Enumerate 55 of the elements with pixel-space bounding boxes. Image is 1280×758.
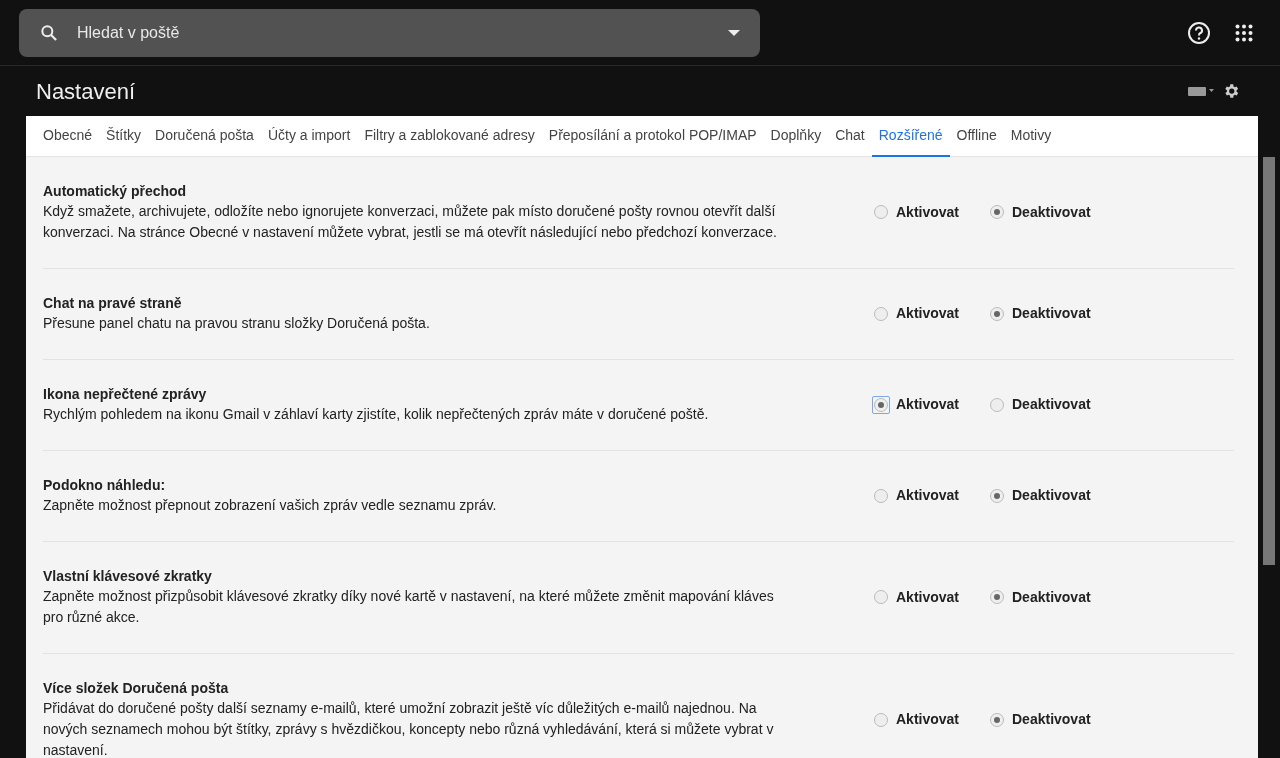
radio-label[interactable]: Deaktivovat [1012, 394, 1091, 415]
radio-label[interactable]: Deaktivovat [1012, 485, 1091, 506]
keyboard-icon[interactable] [1188, 86, 1214, 96]
radio-label[interactable]: Deaktivovat [1012, 586, 1091, 608]
settings-tab[interactable]: Rozšířené [871, 116, 950, 157]
radio-label[interactable]: Aktivovat [896, 303, 960, 324]
settings-tab[interactable]: Offline [949, 116, 1004, 157]
radio-button[interactable] [990, 205, 1004, 219]
setting-description: Přidávat do doručené pošty další seznamy e-mailů, které umožní zobrazit ještě víc důležitých e-mailů najednou. Na nových seznamech mohou být štítky, zprávy s hvězdičkou, koncepty nebo různá vyhledávání, která si můžete vybrat v nastavení. [43, 699, 775, 758]
radio-button[interactable] [874, 205, 888, 219]
search-bar[interactable]: Hledat v poště [19, 8, 760, 57]
setting-description: Zapněte možnost přepnout zobrazení vašich zpráv vedle seznamu zpráv. [43, 496, 498, 515]
settings-tab[interactable]: Účty a import [260, 116, 358, 157]
setting-title: Vlastní klávesové zkratky [43, 567, 213, 586]
settings-tab[interactable]: Motivy [1003, 116, 1059, 157]
radio-label[interactable]: Aktivovat [896, 485, 960, 506]
radio-label[interactable]: Deaktivovat [1012, 201, 1091, 223]
settings-tab[interactable]: Chat [828, 116, 872, 157]
radio-label[interactable]: Aktivovat [896, 709, 960, 730]
search-icon [39, 22, 59, 43]
scrollbar[interactable] [1263, 157, 1275, 565]
radio-button[interactable] [874, 488, 888, 503]
radio-button[interactable] [990, 590, 1004, 604]
setting-description: Zapněte možnost přizpůsobit klávesové zkratky díky nové kartě v nastavení, na které můžete změnit mapování kláves pro různé akce. [43, 587, 775, 627]
setting-title: Chat na pravé straně [43, 294, 183, 313]
settings-tab[interactable]: Doplňky [763, 116, 829, 157]
setting-title: Podokno náhledu: [43, 476, 167, 495]
page-title: Nastavení [36, 77, 136, 106]
radio-button[interactable] [874, 712, 888, 727]
radio-button[interactable] [990, 397, 1004, 412]
setting-title: Automatický přechod [43, 182, 188, 201]
setting-title: Více složek Doručená pošta [43, 679, 230, 698]
radio-label[interactable]: Aktivovat [896, 394, 960, 415]
radio-label[interactable]: Deaktivovat [1012, 709, 1091, 730]
help-icon[interactable] [1187, 20, 1211, 45]
settings-tab[interactable]: Přeposílání a protokol POP/IMAP [541, 116, 764, 157]
setting-description: Když smažete, archivujete, odložíte nebo ignorujete konverzaci, můžete pak místo doručené pošty rovnou otevřít další konverzaci. Na stránce Obecné v nastavení můžete vybrat, jestli se má otevřít následující nebo předchozí konverzace. [43, 202, 778, 242]
radio-label[interactable]: Deaktivovat [1012, 303, 1091, 324]
radio-button[interactable] [874, 306, 888, 321]
settings-tab[interactable]: Obecné [36, 116, 100, 157]
apps-grid-icon[interactable] [1235, 23, 1253, 42]
radio-button[interactable] [874, 590, 888, 604]
radio-label[interactable]: Aktivovat [896, 201, 960, 223]
dropdown-icon[interactable] [728, 29, 740, 36]
radio-label[interactable]: Aktivovat [896, 586, 960, 608]
settings-tab[interactable]: Filtry a zablokované adresy [357, 116, 542, 157]
settings-tab[interactable]: Doručená pošta [148, 116, 261, 157]
radio-button[interactable] [990, 488, 1004, 503]
search-field[interactable]: Hledat v poště [59, 19, 728, 46]
setting-title: Ikona nepřečtené zprávy [43, 385, 208, 404]
setting-description: Rychlým pohledem na ikonu Gmail v záhlaví karty zjistíte, kolik nepřečtených zpráv máte v doručené poště. [43, 405, 710, 424]
settings-tab[interactable]: Štítky [99, 116, 149, 157]
setting-description: Přesune panel chatu na pravou stranu složky Doručená pošta. [43, 314, 431, 333]
radio-button[interactable] [990, 306, 1004, 321]
radio-button[interactable] [990, 712, 1004, 727]
